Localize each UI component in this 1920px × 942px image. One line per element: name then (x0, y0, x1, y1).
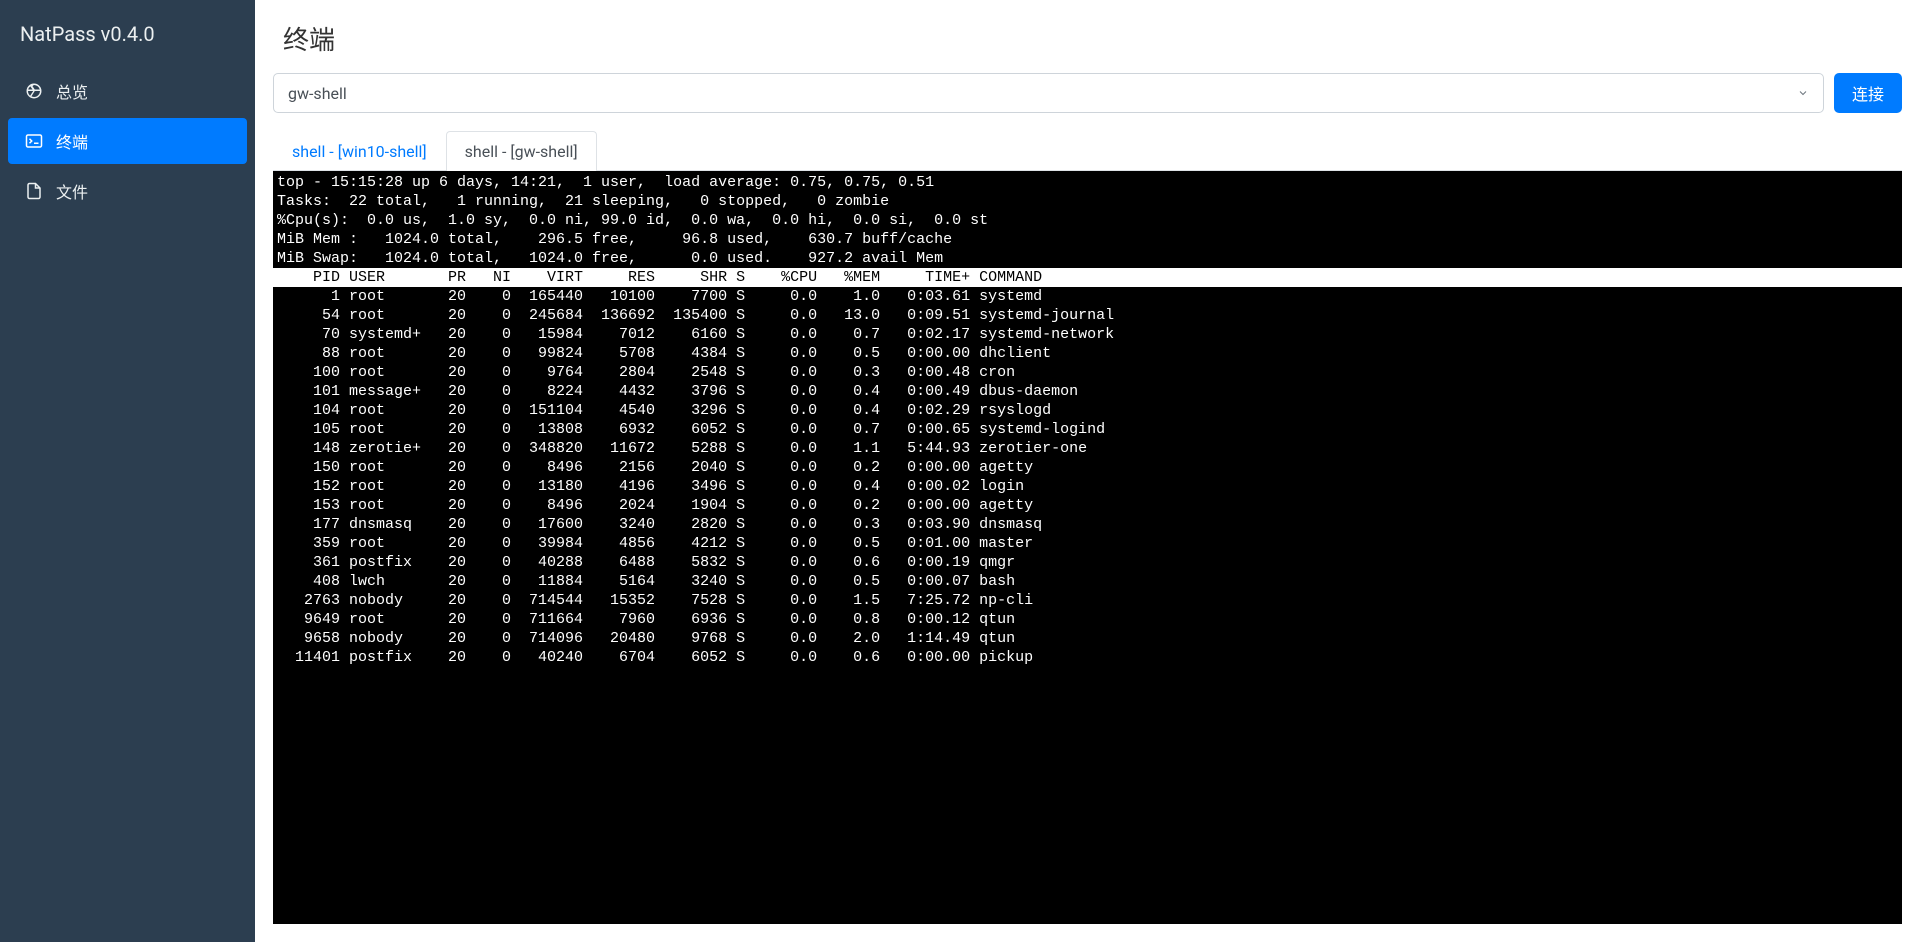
terminal-line: 361 postfix 20 0 40288 6488 5832 S 0.0 0… (273, 553, 1902, 572)
shell-select-value: gw-shell (288, 84, 347, 103)
terminal-line: 9658 nobody 20 0 714096 20480 9768 S 0.0… (273, 629, 1902, 648)
terminal-line: 153 root 20 0 8496 2024 1904 S 0.0 0.2 0… (273, 496, 1902, 515)
chevron-down-icon (1797, 84, 1809, 103)
terminal-tabs: shell - [win10-shell] shell - [gw-shell] (273, 131, 1902, 171)
terminal-line: 101 message+ 20 0 8224 4432 3796 S 0.0 0… (273, 382, 1902, 401)
terminal-line: 408 lwch 20 0 11884 5164 3240 S 0.0 0.5 … (273, 572, 1902, 591)
sidebar-item-overview[interactable]: 总览 (8, 68, 247, 114)
terminal-line: %Cpu(s): 0.0 us, 1.0 sy, 0.0 ni, 99.0 id… (273, 211, 1902, 230)
terminal-line: 70 systemd+ 20 0 15984 7012 6160 S 0.0 0… (273, 325, 1902, 344)
terminal-line: 177 dnsmasq 20 0 17600 3240 2820 S 0.0 0… (273, 515, 1902, 534)
sidebar-item-label: 终端 (56, 129, 88, 153)
terminal-icon (24, 131, 44, 151)
page-title: 终端 (255, 0, 1920, 73)
terminal-line: MiB Swap: 1024.0 total, 1024.0 free, 0.0… (273, 249, 1902, 268)
sidebar-nav: 总览 终端 文件 (0, 68, 255, 214)
terminal-line: top - 15:15:28 up 6 days, 14:21, 1 user,… (273, 173, 1902, 192)
terminal-line: 104 root 20 0 151104 4540 3296 S 0.0 0.4… (273, 401, 1902, 420)
dashboard-icon (24, 81, 44, 101)
terminal-line: 100 root 20 0 9764 2804 2548 S 0.0 0.3 0… (273, 363, 1902, 382)
terminal-line: Tasks: 22 total, 1 running, 21 sleeping,… (273, 192, 1902, 211)
terminal-line: MiB Mem : 1024.0 total, 296.5 free, 96.8… (273, 230, 1902, 249)
connect-button[interactable]: 连接 (1834, 73, 1902, 113)
sidebar: NatPass v0.4.0 总览 终端 文件 (0, 0, 255, 942)
terminal-line: 150 root 20 0 8496 2156 2040 S 0.0 0.2 0… (273, 458, 1902, 477)
terminal-line: 9649 root 20 0 711664 7960 6936 S 0.0 0.… (273, 610, 1902, 629)
sidebar-item-label: 文件 (56, 179, 88, 203)
file-icon (24, 181, 44, 201)
terminal-line: 2763 nobody 20 0 714544 15352 7528 S 0.0… (273, 591, 1902, 610)
sidebar-item-files[interactable]: 文件 (8, 168, 247, 214)
terminal-line: 148 zerotie+ 20 0 348820 11672 5288 S 0.… (273, 439, 1902, 458)
tab-win10-shell[interactable]: shell - [win10-shell] (273, 131, 446, 171)
sidebar-item-label: 总览 (56, 79, 88, 103)
terminal-line: 54 root 20 0 245684 136692 135400 S 0.0 … (273, 306, 1902, 325)
terminal-line: 152 root 20 0 13180 4196 3496 S 0.0 0.4 … (273, 477, 1902, 496)
connection-row: gw-shell 连接 (273, 73, 1902, 113)
terminal-line: 105 root 20 0 13808 6932 6052 S 0.0 0.7 … (273, 420, 1902, 439)
terminal-line: 359 root 20 0 39984 4856 4212 S 0.0 0.5 … (273, 534, 1902, 553)
process-table-header: PID USER PR NI VIRT RES SHR S %CPU %MEM … (273, 268, 1902, 287)
tab-gw-shell[interactable]: shell - [gw-shell] (446, 131, 597, 171)
sidebar-item-terminal[interactable]: 终端 (8, 118, 247, 164)
main-content: 终端 gw-shell 连接 shell - [win10-shell] she… (255, 0, 1920, 942)
terminal-line: 1 root 20 0 165440 10100 7700 S 0.0 1.0 … (273, 287, 1902, 306)
terminal-output[interactable]: top - 15:15:28 up 6 days, 14:21, 1 user,… (273, 171, 1902, 924)
terminal-line: 88 root 20 0 99824 5708 4384 S 0.0 0.5 0… (273, 344, 1902, 363)
app-title: NatPass v0.4.0 (0, 0, 255, 68)
terminal-line: 11401 postfix 20 0 40240 6704 6052 S 0.0… (273, 648, 1902, 667)
shell-select[interactable]: gw-shell (273, 73, 1824, 113)
